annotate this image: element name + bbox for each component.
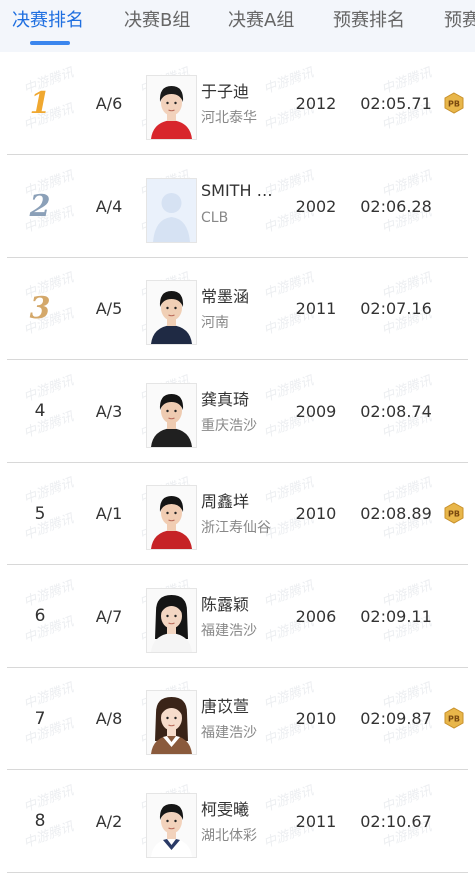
- athlete-avatar[interactable]: [146, 280, 197, 345]
- athlete-name[interactable]: 常墨涵: [201, 283, 249, 307]
- athlete-name[interactable]: 柯雯曦: [201, 796, 249, 820]
- result-time: 02:07.16: [360, 299, 432, 318]
- result-row[interactable]: 中游腾讯中游腾讯中游腾讯中游腾讯中游腾讯中游腾讯中游腾讯中游腾讯1A/6于子迪河…: [0, 52, 475, 155]
- athlete-avatar[interactable]: [146, 75, 197, 140]
- result-row[interactable]: 中游腾讯中游腾讯中游腾讯中游腾讯中游腾讯中游腾讯中游腾讯中游腾讯8A/2柯雯曦湖…: [0, 770, 475, 873]
- result-row[interactable]: 中游腾讯中游腾讯中游腾讯中游腾讯中游腾讯中游腾讯中游腾讯中游腾讯4A/3龚真琦重…: [0, 360, 475, 463]
- result-row[interactable]: 中游腾讯中游腾讯中游腾讯中游腾讯中游腾讯中游腾讯中游腾讯中游腾讯7A/8唐苡萱福…: [0, 667, 475, 770]
- athlete-avatar[interactable]: [146, 177, 197, 243]
- rank-cell: 1: [26, 52, 54, 155]
- athlete-avatar[interactable]: [146, 690, 197, 755]
- rank-number: 4: [34, 401, 46, 421]
- birth-year: 2006: [295, 606, 337, 626]
- birth-year: 2010: [295, 504, 337, 523]
- athlete-team: 福建浩沙: [201, 725, 257, 741]
- rank-cell: 8: [26, 770, 54, 873]
- athlete-avatar[interactable]: [146, 485, 197, 550]
- rank-number: 8: [34, 811, 46, 831]
- personal-best-badge-icon: PB: [443, 502, 465, 524]
- athlete-avatar[interactable]: [146, 587, 197, 653]
- athlete-name[interactable]: 陈露颖: [201, 591, 249, 615]
- rank-cell: 5: [26, 462, 54, 565]
- result-time: 02:09.87: [360, 709, 432, 728]
- svg-text:PB: PB: [448, 100, 460, 109]
- athlete-name[interactable]: 周鑫垟: [201, 488, 249, 512]
- athlete-name[interactable]: 龚真琦: [201, 386, 249, 410]
- personal-best-badge-icon: PB: [443, 707, 465, 729]
- tab-final-ranking[interactable]: 决赛排名: [12, 8, 84, 34]
- lane-cell: A/1: [95, 504, 123, 523]
- result-time: 02:09.11: [360, 606, 432, 626]
- birth-year: 2012: [295, 94, 337, 113]
- tab-prelim-ranking[interactable]: 预赛排名: [333, 8, 405, 34]
- athlete-team: 河北泰华: [201, 110, 257, 126]
- svg-text:PB: PB: [448, 510, 460, 519]
- result-time: 02:10.67: [360, 811, 432, 831]
- personal-best-badge-icon: PB: [443, 92, 465, 114]
- birth-year: 2009: [295, 401, 337, 421]
- result-row[interactable]: 中游腾讯中游腾讯中游腾讯中游腾讯中游腾讯中游腾讯中游腾讯中游腾讯6A/7陈露颖福…: [0, 565, 475, 668]
- birth-year: 2011: [295, 299, 337, 318]
- svg-text:PB: PB: [448, 715, 460, 724]
- tab-prelim-more[interactable]: 预赛: [444, 8, 475, 34]
- tab-final-b[interactable]: 决赛B组: [124, 8, 190, 34]
- athlete-avatar[interactable]: [146, 792, 197, 858]
- result-row[interactable]: 中游腾讯中游腾讯中游腾讯中游腾讯中游腾讯中游腾讯中游腾讯中游腾讯5A/1周鑫垟浙…: [0, 462, 475, 565]
- lane-cell: A/8: [95, 709, 123, 728]
- lane-cell: A/3: [95, 401, 123, 421]
- athlete-name[interactable]: 唐苡萱: [201, 693, 249, 717]
- result-time: 02:08.89: [360, 504, 432, 523]
- athlete-team: 重庆浩沙: [201, 417, 257, 434]
- row-divider: [7, 871, 468, 873]
- athlete-team: 浙江寿仙谷: [201, 520, 271, 536]
- lane-cell: A/7: [95, 606, 123, 626]
- lane-cell: A/4: [95, 196, 123, 216]
- tab-final-a[interactable]: 决赛A组: [228, 8, 294, 34]
- athlete-name[interactable]: 于子迪: [201, 78, 249, 102]
- rank-cell: 6: [26, 565, 54, 668]
- result-time: 02:05.71: [360, 94, 432, 113]
- medal-rank-bronze: 3: [29, 291, 51, 326]
- lane-cell: A/6: [95, 94, 123, 113]
- result-time: 02:08.74: [360, 401, 432, 421]
- result-row[interactable]: 中游腾讯中游腾讯中游腾讯中游腾讯中游腾讯中游腾讯中游腾讯中游腾讯2A/4SMIT…: [0, 155, 475, 258]
- rank-cell: 7: [26, 667, 54, 770]
- birth-year: 2011: [295, 811, 337, 831]
- athlete-team: CLB: [201, 209, 229, 226]
- rank-cell: 3: [26, 257, 54, 360]
- birth-year: 2002: [295, 196, 337, 216]
- athlete-name[interactable]: SMITH …: [201, 181, 273, 200]
- athlete-team: 河南: [201, 315, 229, 331]
- birth-year: 2010: [295, 709, 337, 728]
- rank-number: 6: [34, 606, 46, 626]
- result-time: 02:06.28: [360, 196, 432, 216]
- lane-cell: A/2: [95, 811, 123, 831]
- rank-cell: 2: [26, 155, 54, 258]
- medal-rank-gold: 1: [29, 86, 51, 121]
- medal-rank-silver: 2: [29, 188, 51, 224]
- tab-bar: 决赛排名 决赛B组 决赛A组 预赛排名 预赛: [0, 0, 475, 52]
- result-row[interactable]: 中游腾讯中游腾讯中游腾讯中游腾讯中游腾讯中游腾讯中游腾讯中游腾讯3A/5常墨涵河…: [0, 257, 475, 360]
- rank-cell: 4: [26, 360, 54, 463]
- rank-number: 7: [34, 708, 46, 729]
- athlete-team: 福建浩沙: [201, 622, 257, 639]
- active-tab-indicator: [30, 41, 70, 45]
- rank-number: 5: [34, 503, 46, 524]
- athlete-avatar[interactable]: [146, 382, 197, 448]
- lane-cell: A/5: [95, 299, 123, 318]
